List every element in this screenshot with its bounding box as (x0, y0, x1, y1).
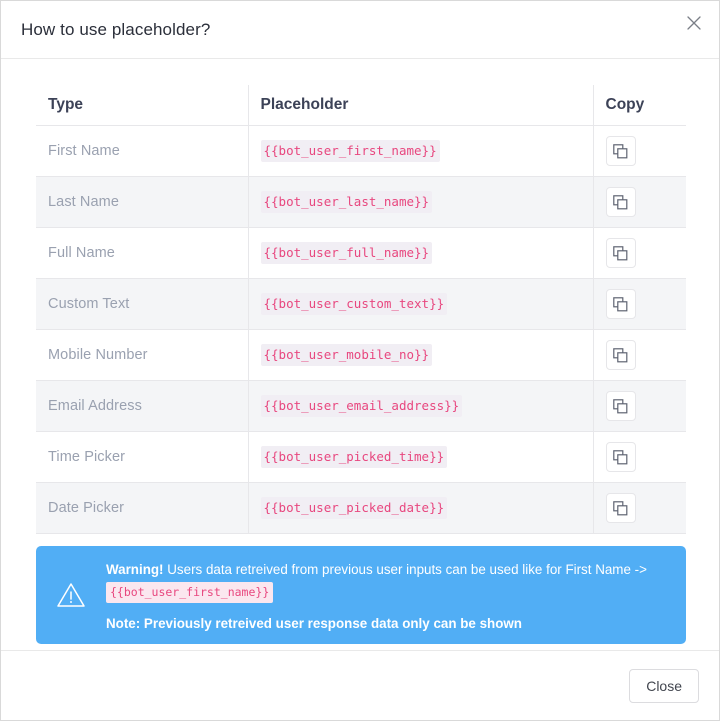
cell-placeholder: {{bot_user_full_name}} (248, 227, 594, 279)
placeholder-code: {{bot_user_last_name}} (260, 190, 433, 214)
cell-placeholder: {{bot_user_custom_text}} (248, 278, 594, 330)
column-header-copy: Copy (593, 85, 686, 126)
type-label: First Name (48, 143, 120, 159)
copy-button[interactable] (605, 391, 636, 421)
close-icon (687, 16, 701, 30)
table-row: Time Picker {{bot_user_picked_time}} (36, 431, 686, 483)
placeholder-code: {{bot_user_first_name}} (260, 139, 440, 163)
placeholder-code: {{bot_user_mobile_no}} (260, 343, 433, 367)
table-row: Mobile Number {{bot_user_mobile_no}} (36, 329, 686, 381)
cell-placeholder: {{bot_user_last_name}} (248, 176, 594, 228)
warning-triangle-icon (54, 581, 88, 609)
cell-copy (593, 227, 686, 279)
cell-type: Email Address (36, 380, 249, 432)
type-label: Custom Text (48, 296, 130, 312)
cell-placeholder: {{bot_user_mobile_no}} (248, 329, 594, 381)
cell-copy (593, 125, 686, 177)
placeholder-code: {{bot_user_email_address}} (260, 394, 463, 418)
cell-copy (593, 431, 686, 483)
cell-type: Custom Text (36, 278, 249, 330)
copy-button[interactable] (605, 340, 636, 370)
placeholder-code: {{bot_user_picked_date}} (260, 496, 448, 520)
cell-placeholder: {{bot_user_picked_date}} (248, 482, 594, 534)
close-icon-button[interactable] (681, 10, 707, 36)
cell-placeholder: {{bot_user_email_address}} (248, 380, 594, 432)
cell-copy (593, 482, 686, 534)
cell-copy (593, 278, 686, 330)
copy-icon (613, 143, 628, 159)
table-row: Full Name {{bot_user_full_name}} (36, 227, 686, 279)
type-label: Mobile Number (48, 347, 148, 363)
dialog-footer: Close (1, 650, 719, 720)
placeholder-table: Type Placeholder Copy First Name {{bot_us… (36, 85, 686, 534)
type-label: Full Name (48, 245, 115, 261)
dialog-title: How to use placeholder? (21, 19, 211, 39)
table-row: Date Picker {{bot_user_picked_date}} (36, 482, 686, 534)
copy-icon (613, 500, 628, 516)
table-row: Email Address {{bot_user_email_address}} (36, 380, 686, 432)
column-header-type: Type (36, 85, 249, 126)
cell-copy (593, 329, 686, 381)
placeholder-code: {{bot_user_custom_text}} (260, 292, 448, 316)
copy-button[interactable] (605, 136, 636, 166)
cell-placeholder: {{bot_user_picked_time}} (248, 431, 594, 483)
cell-copy (593, 380, 686, 432)
copy-icon (613, 296, 628, 312)
cell-placeholder: {{bot_user_first_name}} (248, 125, 594, 177)
copy-button[interactable] (605, 289, 636, 319)
dialog-header: How to use placeholder? (1, 1, 719, 59)
cell-copy (593, 176, 686, 228)
cell-type: Full Name (36, 227, 249, 279)
type-label: Time Picker (48, 449, 126, 465)
cell-type: Time Picker (36, 431, 249, 483)
type-label: Email Address (48, 398, 142, 414)
cell-type: Mobile Number (36, 329, 249, 381)
table-row: First Name {{bot_user_first_name}} (36, 125, 686, 177)
column-header-placeholder: Placeholder (248, 85, 594, 126)
dialog-body: Type Placeholder Copy First Name {{bot_us… (1, 59, 719, 650)
copy-icon (613, 245, 628, 261)
warning-inline-placeholder: {{bot_user_first_name}} (106, 582, 274, 603)
copy-button[interactable] (605, 493, 636, 523)
warning-banner: Warning! Users data retreived from previ… (36, 546, 686, 644)
copy-button[interactable] (605, 442, 636, 472)
warning-lead: Warning! (106, 562, 164, 578)
table-body: First Name {{bot_user_first_name}} Last Na… (36, 125, 686, 534)
copy-button[interactable] (605, 238, 636, 268)
copy-icon (613, 398, 628, 414)
placeholder-code: {{bot_user_full_name}} (260, 241, 433, 265)
close-button[interactable]: Close (629, 668, 699, 703)
placeholder-code: {{bot_user_picked_time}} (260, 445, 448, 469)
table-header-row: Type Placeholder Copy (36, 85, 686, 126)
warning-text-block: Warning! Users data retreived from previ… (106, 559, 670, 631)
copy-icon (613, 194, 628, 210)
warning-message: Warning! Users data retreived from previ… (106, 559, 670, 603)
copy-button[interactable] (605, 187, 636, 217)
warning-note: Note: Previously retreived user response… (106, 615, 522, 631)
type-label: Last Name (48, 194, 120, 210)
placeholder-help-dialog: How to use placeholder? Type Placeholder… (0, 0, 720, 721)
table-row: Last Name {{bot_user_last_name}} (36, 176, 686, 228)
copy-icon (613, 347, 628, 363)
cell-type: Last Name (36, 176, 249, 228)
copy-icon (613, 449, 628, 465)
type-label: Date Picker (48, 500, 125, 516)
cell-type: Date Picker (36, 482, 249, 534)
warning-body: Users data retreived from previous user … (163, 562, 647, 578)
table-head: Type Placeholder Copy (36, 85, 686, 126)
table-row: Custom Text {{bot_user_custom_text}} (36, 278, 686, 330)
cell-type: First Name (36, 125, 249, 177)
